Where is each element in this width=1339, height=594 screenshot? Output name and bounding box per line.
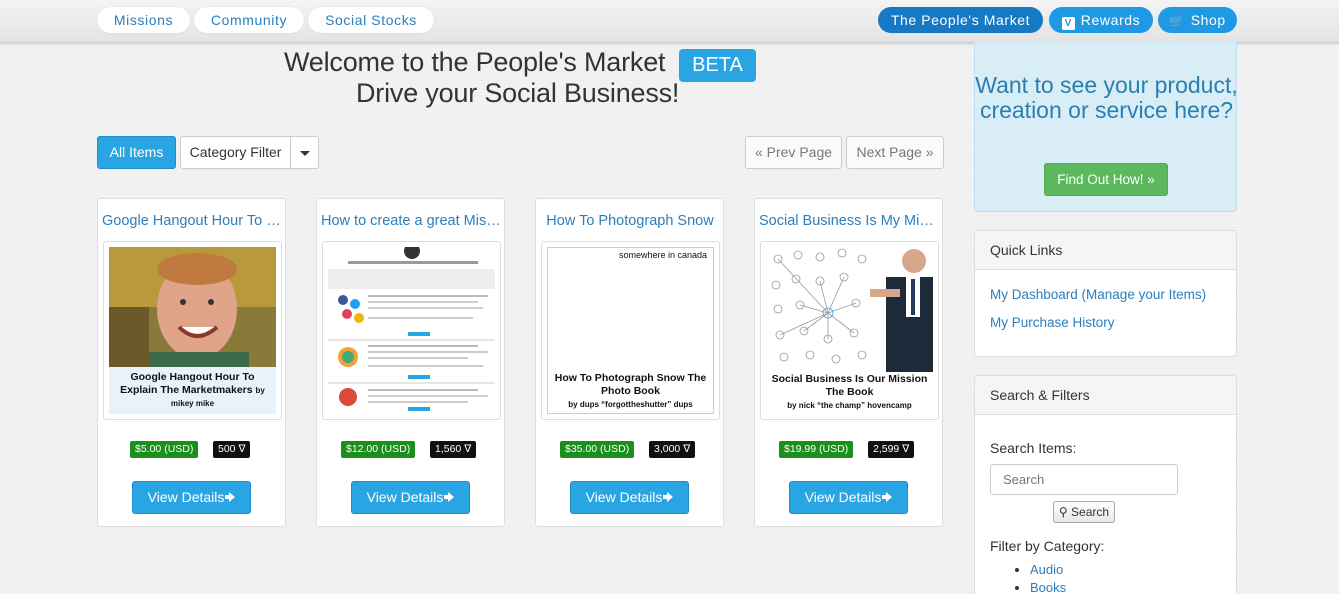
filter-category-label: Filter by Category: <box>990 538 1105 554</box>
item-thumbnail[interactable]: Social Business Is Our Mission The Book … <box>760 241 939 420</box>
category-filter-dropdown[interactable] <box>290 136 319 169</box>
item-title[interactable]: How to create a great Mission <box>321 213 501 229</box>
my-dashboard-link[interactable]: My Dashboard (Manage your Items) <box>990 287 1206 302</box>
price-usd-badge: $35.00 (USD) <box>560 441 635 458</box>
arrow-right-icon <box>882 492 893 502</box>
cart-icon: 🛒 <box>1169 14 1185 28</box>
nav-peoples-market[interactable]: The People's Market <box>878 7 1043 33</box>
item-thumbnail[interactable] <box>322 241 501 420</box>
price-points-badge: 2,599 ∇ <box>868 441 915 458</box>
top-nav-bar: Missions Community Social Stocks The Peo… <box>0 0 1339 43</box>
item-card: How to create a great Mission $12.00 (US… <box>316 198 505 527</box>
nav-social-stocks[interactable]: Social Stocks <box>308 7 434 33</box>
rewards-icon: V <box>1061 17 1075 30</box>
item-thumbnail[interactable]: Google Hangout Hour To Explain The Marke… <box>103 241 282 420</box>
purchase-history-link[interactable]: My Purchase History <box>990 315 1115 330</box>
find-out-how-button[interactable]: Find Out How! » <box>1044 163 1168 196</box>
price-usd-badge: $12.00 (USD) <box>341 441 416 458</box>
search-input[interactable] <box>990 464 1178 495</box>
chevron-down-icon <box>299 150 310 156</box>
page-subtitle: Drive your Social Business! <box>356 78 680 108</box>
category-link-books[interactable]: Books <box>1030 580 1066 594</box>
item-title[interactable]: How To Photograph Snow <box>540 213 720 229</box>
item-title[interactable]: Google Hangout Hour To Explain The Marke… <box>102 213 282 229</box>
arrow-right-icon <box>225 492 236 502</box>
promo-text: Want to see your product, creation or se… <box>975 72 1238 123</box>
nav-community[interactable]: Community <box>194 7 304 33</box>
category-link-audio[interactable]: Audio <box>1030 562 1063 577</box>
all-items-button[interactable]: All Items <box>97 136 176 169</box>
item-card: Social Business Is My Mission Social Bus… <box>754 198 943 527</box>
price-usd-badge: $5.00 (USD) <box>130 441 199 458</box>
points-icon: ∇ <box>461 443 472 455</box>
nav-shop[interactable]: 🛒 Shop <box>1158 7 1237 33</box>
nav-rewards[interactable]: V Rewards <box>1049 7 1153 33</box>
arrow-right-icon <box>444 492 455 502</box>
category-filter-button[interactable]: Category Filter <box>180 136 291 169</box>
thumb-caption-text: How To Photograph Snow The Photo Book <box>554 372 707 397</box>
item-thumbnail[interactable]: somewhere in canada How To Photograph Sn… <box>541 241 720 420</box>
screenshot-image <box>328 247 495 414</box>
item-title[interactable]: Social Business Is My Mission <box>759 213 939 229</box>
arrow-right-icon <box>663 492 674 502</box>
nav-missions[interactable]: Missions <box>97 7 190 33</box>
points-icon: ∇ <box>899 443 910 455</box>
next-page-button[interactable]: Next Page » <box>846 136 944 169</box>
points-icon: ∇ <box>235 443 246 455</box>
list-item: Audio <box>1030 562 1066 577</box>
search-items-label: Search Items: <box>990 440 1077 456</box>
price-points-badge: 1,560 ∇ <box>430 441 477 458</box>
view-details-button[interactable]: View Details <box>570 481 689 514</box>
view-details-button[interactable]: View Details <box>132 481 251 514</box>
shop-label: Shop <box>1190 12 1226 28</box>
prev-page-button[interactable]: « Prev Page <box>745 136 842 169</box>
search-button-label: Search <box>1071 505 1110 519</box>
quick-links-panel: Quick Links My Dashboard (Manage your It… <box>974 230 1237 357</box>
points-icon: ∇ <box>680 443 691 455</box>
list-item: Books <box>1030 580 1066 594</box>
search-button[interactable]: ⚲ Search <box>1053 501 1115 523</box>
network-diagram-image <box>766 247 933 372</box>
page-title: Welcome to the People's Market <box>284 47 666 77</box>
search-filters-heading: Search & Filters <box>975 376 1236 415</box>
search-icon: ⚲ <box>1058 505 1068 519</box>
quick-links-heading: Quick Links <box>975 231 1236 270</box>
view-details-button[interactable]: View Details <box>789 481 908 514</box>
view-details-button[interactable]: View Details <box>351 481 470 514</box>
thumb-author-text: by dups “forgottheshutter” dups <box>568 400 693 409</box>
search-filters-panel: Search & Filters Search Items: ⚲ Search … <box>974 375 1237 594</box>
price-points-badge: 500 ∇ <box>213 441 251 458</box>
price-usd-badge: $19.99 (USD) <box>779 441 854 458</box>
promo-box: Want to see your product, creation or se… <box>974 42 1238 212</box>
thumb-caption-text: Google Hangout Hour To Explain The Marke… <box>120 371 255 396</box>
beta-badge: BETA <box>679 49 756 82</box>
thumb-topline-text: somewhere in canada <box>618 250 707 260</box>
rewards-label: Rewards <box>1080 12 1141 28</box>
category-list: Audio Books <box>1030 562 1066 594</box>
thumb-author-text: by nick “the champ” hovencamp <box>787 401 912 410</box>
price-points-badge: 3,000 ∇ <box>649 441 696 458</box>
item-card: How To Photograph Snow somewhere in cana… <box>535 198 724 527</box>
thumb-caption-text: Social Business Is Our Mission The Book <box>771 373 928 398</box>
item-card: Google Hangout Hour To Explain The Marke… <box>97 198 286 527</box>
